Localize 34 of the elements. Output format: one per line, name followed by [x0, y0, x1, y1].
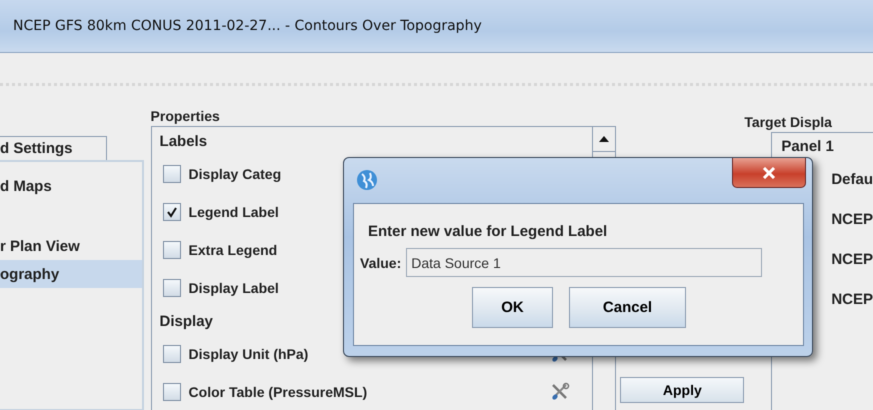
target-display-heading: Target Displa [744, 113, 833, 132]
checkbox[interactable] [162, 279, 181, 297]
check-icon [166, 206, 178, 218]
dialog-button[interactable]: OK [472, 287, 553, 328]
dialog-prompt: Enter new value for Legend Label [367, 222, 608, 242]
up-arrow-icon [599, 136, 610, 142]
globe-icon [356, 168, 378, 190]
checkbox[interactable] [162, 383, 181, 401]
tools-icon[interactable] [550, 382, 570, 402]
tree-node[interactable]: Panel 1 [781, 133, 834, 159]
list-item[interactable]: r Plan View [0, 232, 142, 260]
checkbox[interactable] [162, 241, 181, 259]
apply-button[interactable]: Apply [620, 377, 744, 403]
checkbox[interactable] [162, 345, 181, 363]
property-label: Display Unit (hPa) [188, 346, 308, 362]
property-label: Legend Label [188, 204, 279, 220]
property-label: Color Table (PressureMSL) [188, 384, 368, 400]
value-field[interactable]: Data Source 1 [406, 248, 762, 277]
value-label: Value: [360, 254, 402, 270]
property-label: Display Categ [188, 166, 282, 182]
section-heading: Display [160, 312, 213, 332]
close-icon [762, 166, 776, 178]
property-label: Extra Legend [188, 242, 278, 258]
close-button[interactable] [732, 158, 806, 188]
window-title: NCEP GFS 80km CONUS 2011-02-27... - Contours Over Topography [12, 18, 482, 34]
dialog-button[interactable]: Cancel [569, 287, 686, 328]
list-item[interactable]: ography [0, 260, 142, 288]
settings-tab[interactable]: d Settings [0, 136, 107, 160]
section-heading: Labels [160, 132, 208, 152]
checkbox[interactable] [162, 165, 181, 183]
property-label: Display Label [188, 280, 279, 296]
list-item[interactable]: d Maps [0, 172, 142, 200]
properties-heading: Properties [150, 108, 221, 126]
checkbox[interactable] [162, 203, 181, 221]
